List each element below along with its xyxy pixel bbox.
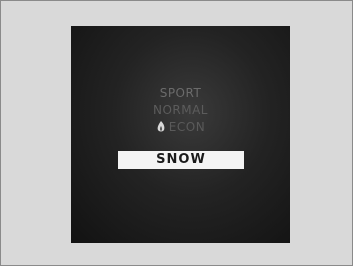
mode-option-econ[interactable]: ECON xyxy=(71,118,290,136)
mode-option-normal[interactable]: NORMAL xyxy=(71,101,290,119)
mode-option-sport[interactable]: SPORT xyxy=(71,84,290,102)
econ-icon xyxy=(157,121,165,132)
mode-label-econ: ECON xyxy=(168,120,206,134)
figure-frame: SPORT NORMAL ECON SNOW xyxy=(0,0,353,266)
drive-mode-display: SPORT NORMAL ECON SNOW xyxy=(71,26,290,243)
mode-option-snow-selected[interactable]: SNOW xyxy=(118,151,244,169)
